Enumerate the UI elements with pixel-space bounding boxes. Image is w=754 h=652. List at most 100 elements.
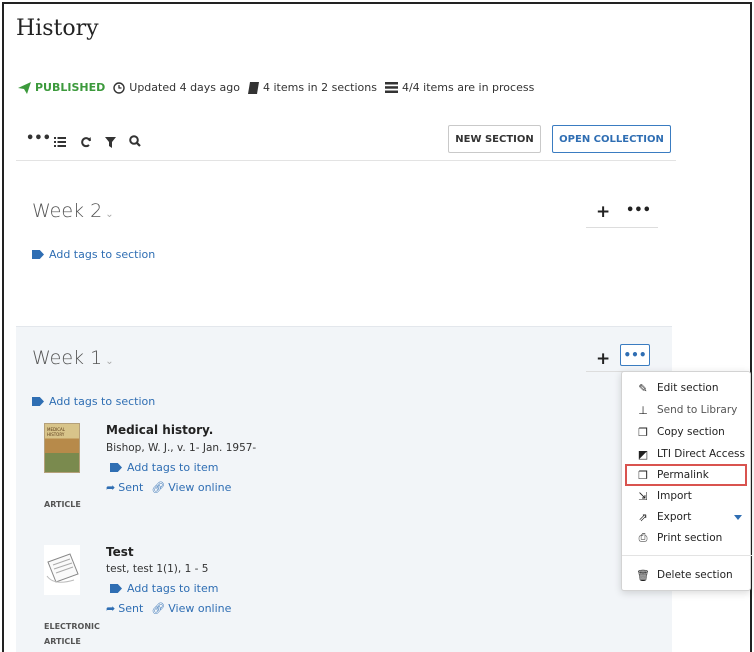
menu-item-send-to-library[interactable]: ⊥ Send to Library xyxy=(622,400,752,420)
sent-link[interactable]: ➦ Sent xyxy=(106,602,143,615)
menu-item-import[interactable]: ⇲ Import xyxy=(622,486,752,506)
chevron-down-icon[interactable]: ⌄ xyxy=(105,356,113,367)
item-type-line-2: ARTICLE xyxy=(44,637,81,646)
item-type: ARTICLE xyxy=(44,500,81,509)
link-icon: 🔗︎ xyxy=(151,602,166,615)
sent-label: Sent xyxy=(118,481,144,494)
add-item-button[interactable]: + xyxy=(596,204,610,221)
list-item: MEDICAL HISTORY ARTICLE Medical history.… xyxy=(44,423,344,513)
list-item: ELECTRONIC ARTICLE Test test, test 1(1),… xyxy=(44,545,344,647)
menu-divider xyxy=(622,555,752,556)
view-online-label: View online xyxy=(168,602,232,615)
section-more-button[interactable]: ••• xyxy=(620,344,650,366)
section-title-text: Week 2 xyxy=(32,200,103,222)
add-item-button[interactable]: + xyxy=(596,351,610,368)
export-icon: ⇗ xyxy=(638,510,648,524)
process-list-icon xyxy=(384,82,398,93)
item-title[interactable]: Medical history. xyxy=(106,423,213,437)
section-title[interactable]: Week 2 ⌄ xyxy=(32,200,114,222)
item-links: ➦ Sent 🔗︎ View online xyxy=(106,602,231,615)
add-tags-to-section-link[interactable]: Add tags to section xyxy=(32,248,155,261)
menu-item-label: Send to Library xyxy=(657,404,738,416)
new-section-button[interactable]: NEW SECTION xyxy=(448,125,541,153)
menu-item-delete-section[interactable]: 🗑︎ Delete section xyxy=(622,565,752,585)
tag-icon xyxy=(32,397,44,406)
menu-item-permalink[interactable]: ❐ Permalink xyxy=(625,464,747,486)
menu-item-edit-section[interactable]: ✎ Edit section xyxy=(622,378,752,398)
add-tags-to-item-link[interactable]: Add tags to item xyxy=(110,582,218,595)
document-thumbnail-icon[interactable] xyxy=(44,545,80,595)
share-arrow-icon: ➦ xyxy=(106,602,116,615)
view-online-link[interactable]: 🔗︎ View online xyxy=(151,481,231,494)
collection-meta: PUBLISHED Updated 4 days ago 4 items in … xyxy=(18,81,542,94)
menu-item-print-section[interactable]: ⎙ Print section xyxy=(622,528,752,548)
copy-icon: ❐ xyxy=(638,468,648,482)
status-badge: PUBLISHED xyxy=(18,81,105,94)
menu-item-label: Import xyxy=(657,490,692,502)
process-label: 4/4 items are in process xyxy=(401,81,535,94)
item-type-line-1: ELECTRONIC xyxy=(44,622,100,631)
pencil-icon: ✎ xyxy=(638,381,648,395)
paper-plane-icon xyxy=(18,81,31,94)
book-cover-thumbnail[interactable]: MEDICAL HISTORY xyxy=(44,423,80,473)
tag-icon xyxy=(110,584,122,593)
share-arrow-icon: ➦ xyxy=(106,481,116,494)
menu-item-label: Print section xyxy=(657,532,723,544)
filter-icon[interactable] xyxy=(105,137,116,148)
link-icon: 🔗︎ xyxy=(151,481,166,494)
caret-down-icon[interactable] xyxy=(734,514,742,520)
tag-icon xyxy=(110,463,122,472)
menu-item-label: Export xyxy=(657,511,692,523)
menu-item-lti-direct-access[interactable]: ◩ LTI Direct Access xyxy=(622,444,752,464)
pin-icon: ⊥ xyxy=(638,403,648,417)
menu-item-copy-section[interactable]: ❐ Copy section xyxy=(622,422,752,442)
open-collection-button[interactable]: OPEN COLLECTION xyxy=(552,125,671,153)
search-icon[interactable] xyxy=(129,135,141,147)
section-actions: + ••• xyxy=(586,344,658,372)
item-author: test, test 1(1), 1 - 5 xyxy=(106,563,209,575)
view-online-label: View online xyxy=(168,481,232,494)
item-type: ELECTRONIC ARTICLE xyxy=(44,621,100,647)
updated-label: Updated 4 days ago xyxy=(129,81,240,94)
collection-toolbar: ••• NEW SECTION OPEN COLLECTION xyxy=(16,125,676,161)
menu-item-label: Edit section xyxy=(657,382,719,394)
add-tags-label: Add tags to section xyxy=(49,395,156,408)
item-author: Bishop, W. J., v. 1- Jan. 1957- xyxy=(106,442,257,454)
page-title: History xyxy=(16,16,99,41)
refresh-icon[interactable] xyxy=(80,136,92,148)
copy-icon: ❐ xyxy=(638,425,648,439)
tag-icon xyxy=(32,250,44,259)
section-week-1: Week 1 ⌄ + ••• Add tags to section MEDIC… xyxy=(16,326,672,652)
book-cover-text: MEDICAL HISTORY xyxy=(47,427,65,437)
add-tags-label: Add tags to section xyxy=(49,248,156,261)
section-week-2: Week 2 ⌄ + ••• Add tags to section xyxy=(16,162,672,318)
menu-item-label: Delete section xyxy=(657,569,733,581)
add-tags-label: Add tags to item xyxy=(127,582,219,595)
book-icon xyxy=(248,81,259,94)
item-links: ➦ Sent 🔗︎ View online xyxy=(106,481,231,494)
import-icon: ⇲ xyxy=(638,489,648,503)
external-box-icon: ◩ xyxy=(637,447,649,461)
sent-link[interactable]: ➦ Sent xyxy=(106,481,143,494)
updated-info: Updated 4 days ago xyxy=(113,81,240,94)
process-info: 4/4 items are in process xyxy=(384,81,535,94)
menu-item-label: Permalink xyxy=(657,469,709,481)
section-actions-menu: ✎ Edit section ⊥ Send to Library ❐ Copy … xyxy=(621,371,752,591)
list-icon[interactable] xyxy=(54,137,66,147)
add-tags-label: Add tags to item xyxy=(127,461,219,474)
section-title[interactable]: Week 1 ⌄ xyxy=(32,347,114,369)
menu-item-export[interactable]: ⇗ Export xyxy=(622,507,752,527)
items-count-label: 4 items in 2 sections xyxy=(263,81,377,94)
add-tags-to-section-link[interactable]: Add tags to section xyxy=(32,395,155,408)
chevron-down-icon[interactable]: ⌄ xyxy=(105,209,113,220)
section-more-button[interactable]: ••• xyxy=(626,203,651,218)
print-icon: ⎙ xyxy=(638,531,648,544)
view-online-link[interactable]: 🔗︎ View online xyxy=(151,602,231,615)
sent-label: Sent xyxy=(118,602,144,615)
more-icon[interactable]: ••• xyxy=(26,131,51,146)
trash-icon: 🗑︎ xyxy=(636,568,650,582)
item-title[interactable]: Test xyxy=(106,545,134,559)
menu-item-label: Copy section xyxy=(657,426,725,438)
add-tags-to-item-link[interactable]: Add tags to item xyxy=(110,461,218,474)
section-actions: + ••• xyxy=(586,200,658,228)
